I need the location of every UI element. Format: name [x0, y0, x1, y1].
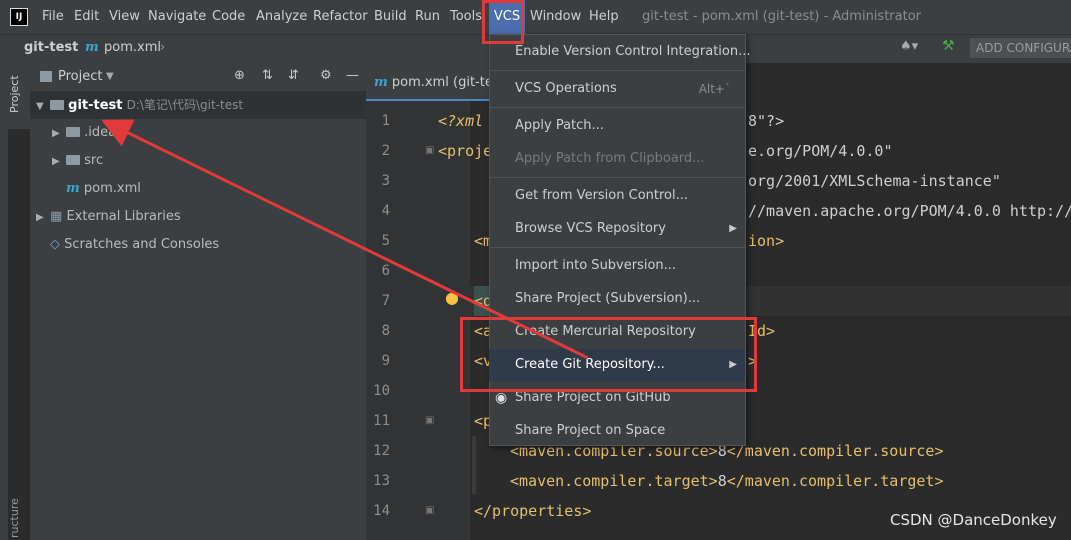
- annotation-arrow: [101, 119, 589, 360]
- watermark: CSDN @DanceDonkey: [890, 511, 1057, 529]
